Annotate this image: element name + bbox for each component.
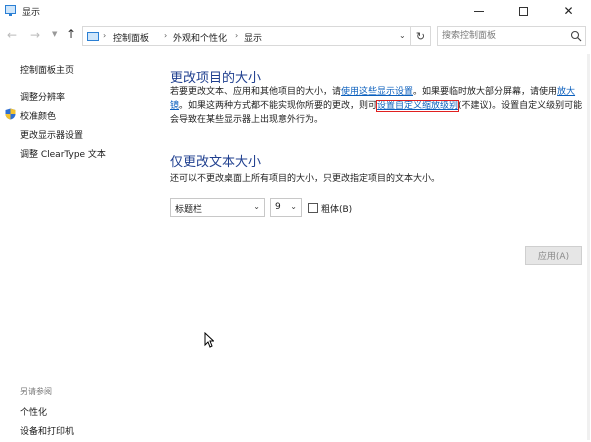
text: (不建议)。设置自定义级别可能 (458, 101, 583, 111)
change-item-size-heading: 更改项目的大小 (170, 71, 262, 86)
maximize-icon (519, 6, 528, 16)
recent-locations-chevron-icon[interactable]: ▼ (52, 30, 57, 38)
search-input[interactable] (442, 29, 566, 43)
breadcrumb-display[interactable]: 显示 (244, 31, 262, 44)
close-button[interactable]: ✕ (546, 0, 591, 22)
breadcrumb-control-panel[interactable]: 控制面板 (113, 31, 149, 44)
breadcrumb-separator-icon: › (103, 31, 107, 40)
adjust-cleartype-link[interactable]: 调整 ClearType 文本 (20, 147, 106, 160)
personalization-link[interactable]: 个性化 (20, 405, 47, 418)
adjust-resolution-link[interactable]: 调整分辨率 (20, 90, 65, 103)
forward-arrow-icon[interactable]: → (30, 28, 40, 42)
text: 若要更改文本、应用和其他项目的大小，请 (170, 87, 342, 97)
search-box[interactable] (437, 26, 586, 46)
address-bar[interactable]: › 控制面板 › 外观和个性化 › 显示 ⌄ (82, 26, 411, 46)
window-title: 显示 (22, 8, 41, 18)
breadcrumb-separator-icon: › (164, 31, 168, 40)
maximize-button[interactable] (501, 0, 546, 22)
minimize-button[interactable] (456, 0, 501, 22)
text-size-description: 还可以不更改桌面上所有项目的大小，只更改指定项目的文本大小。 (170, 174, 441, 184)
chevron-down-icon: ⌄ (290, 202, 297, 211)
size-select-value: 9 (275, 202, 281, 212)
magnifier-link-part2[interactable]: 镜 (170, 101, 179, 111)
devices-printers-link[interactable]: 设备和打印机 (20, 424, 74, 437)
bold-checkbox-label[interactable]: 粗体(B) (321, 202, 352, 215)
item-select-value: 标题栏 (175, 205, 203, 215)
control-panel-home-link[interactable]: 控制面板主页 (20, 63, 74, 76)
description-line-2: 镜。如果这两种方式都不能实现你所要的更改，则可设置自定义缩放级别(不建议)。设置… (170, 99, 582, 113)
bold-checkbox[interactable] (308, 203, 318, 213)
calibrate-color-link[interactable]: 校准颜色 (20, 109, 56, 122)
back-arrow-icon[interactable]: ← (7, 28, 17, 42)
chevron-down-icon: ⌄ (253, 202, 260, 211)
mouse-pointer-icon (204, 332, 214, 348)
item-select-dropdown[interactable]: 标题栏 ⌄ (170, 198, 265, 217)
description-line-3: 会导致在某些显示器上出现意外行为。 (170, 115, 324, 125)
display-settings-link[interactable]: 使用这些显示设置 (341, 87, 413, 97)
breadcrumb-separator-icon: › (235, 31, 239, 40)
left-navigation-pane: 控制面板主页 调整分辨率 校准颜色 更改显示器设置 调整 ClearType 文… (0, 48, 150, 442)
text: 。如果这两种方式都不能实现你所要的更改，则可 (179, 101, 378, 111)
shield-icon (5, 108, 16, 120)
refresh-icon: ↻ (415, 29, 426, 43)
address-dropdown-icon[interactable]: ⌄ (399, 31, 406, 40)
display-app-icon (5, 5, 16, 16)
size-select-dropdown[interactable]: 9 ⌄ (270, 198, 302, 217)
change-display-settings-link[interactable]: 更改显示器设置 (20, 128, 83, 141)
custom-scaling-link[interactable]: 设置自定义缩放级别 (376, 100, 460, 112)
scrollbar[interactable] (586, 52, 591, 442)
title-bar: 显示 ✕ (0, 0, 591, 22)
change-text-size-heading: 仅更改文本大小 (170, 155, 262, 170)
text: 。如果要临时放大部分屏幕，请使用 (413, 87, 558, 97)
navigation-bar: ← → ▼ ↑ › 控制面板 › 外观和个性化 › 显示 ⌄ ↻ (0, 24, 591, 48)
up-arrow-icon[interactable]: ↑ (66, 27, 76, 41)
breadcrumb-appearance[interactable]: 外观和个性化 (173, 31, 227, 44)
close-icon: ✕ (563, 4, 574, 18)
refresh-button[interactable]: ↻ (411, 26, 431, 46)
apply-button[interactable]: 应用(A) (525, 246, 582, 265)
minimize-icon (473, 10, 484, 12)
magnifier-link-part1[interactable]: 放大 (557, 87, 575, 97)
search-icon[interactable] (570, 30, 582, 42)
description-line-1: 若要更改文本、应用和其他项目的大小，请使用这些显示设置。如果要临时放大部分屏幕，… (170, 85, 575, 99)
control-panel-icon (87, 32, 99, 41)
see-also-heading: 另请参阅 (20, 387, 52, 396)
